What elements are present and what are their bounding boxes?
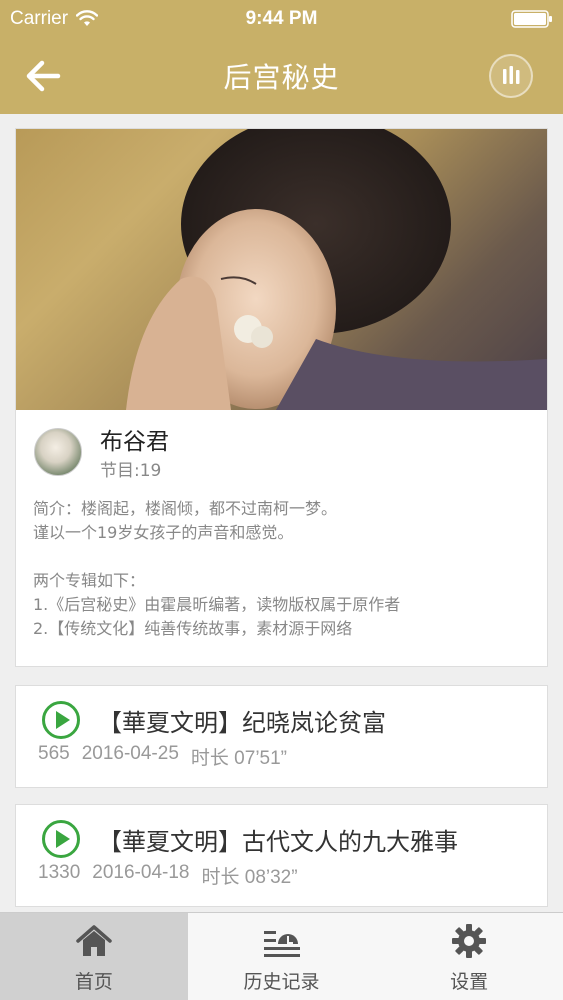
page-title: 后宫秘史 — [223, 61, 340, 94]
play-count: 1330 — [38, 862, 81, 883]
episode-title: 【華夏文明】古代文人的九大雅事 — [98, 828, 458, 856]
tab-bar: 首页 历史记录 设置 — [0, 912, 563, 1000]
tab-history[interactable]: 历史记录 — [188, 913, 376, 1000]
play-icon[interactable] — [41, 700, 81, 740]
status-time: 9:44 PM — [245, 8, 318, 29]
battery-icon — [511, 10, 552, 28]
album-card: 布谷君 节目:19 简介：楼阁起，楼阁倾，都不过南柯一梦。 谨以一个19岁女孩子… — [15, 128, 548, 667]
episode-meta: 1330 2016-04-18 时长 08’32” — [38, 862, 298, 889]
description-line: 谨以一个19岁女孩子的声音和感觉。 — [33, 523, 294, 542]
tab-settings[interactable]: 设置 — [375, 913, 563, 1000]
host-avatar[interactable] — [34, 428, 82, 476]
play-icon[interactable] — [41, 819, 81, 859]
play-count: 565 — [38, 743, 70, 764]
episode-meta: 565 2016-04-25 时长 07’51” — [38, 743, 287, 770]
gear-icon — [452, 924, 487, 958]
description-line: 1.《后宫秘史》由霍晨昕编著，读物版权属于原作者 — [33, 595, 401, 614]
episode-duration: 时长 08’32” — [201, 867, 298, 888]
episode-item[interactable]: 【華夏文明】纪晓岚论贫富 565 2016-04-25 时长 07’51” — [15, 685, 548, 788]
episode-item[interactable]: 【華夏文明】古代文人的九大雅事 1330 2016-04-18 时长 08’32… — [15, 804, 548, 907]
tab-label: 历史记录 — [243, 971, 320, 993]
tab-label: 设置 — [450, 971, 489, 993]
description-line: 简介：楼阁起，楼阁倾，都不过南柯一梦。 — [33, 499, 338, 518]
host-name: 布谷君 — [100, 429, 169, 455]
home-icon — [76, 925, 112, 956]
host-info: 布谷君 节目:19 — [16, 410, 547, 490]
cover-illustration — [126, 129, 547, 410]
equalizer-icon — [503, 66, 520, 84]
episode-date: 2016-04-18 — [92, 862, 190, 883]
history-icon — [263, 931, 300, 957]
album-cover-image — [16, 129, 547, 410]
description-line: 两个专辑如下： — [33, 571, 146, 590]
tab-home[interactable]: 首页 — [0, 913, 188, 1000]
episode-duration: 时长 07’51” — [190, 748, 288, 769]
tab-label: 首页 — [74, 971, 113, 993]
album-description: 简介：楼阁起，楼阁倾，都不过南柯一梦。 谨以一个19岁女孩子的声音和感觉。 两个… — [33, 497, 533, 641]
header: Carrier 9:44 PM 后宫秘史 — [0, 0, 563, 114]
episode-title: 【華夏文明】纪晓岚论贫富 — [98, 709, 386, 737]
description-line: 2.【传统文化】纯善传统故事，素材源于网络 — [33, 619, 353, 638]
episode-count: 节目:19 — [100, 461, 162, 481]
now-playing-button[interactable] — [489, 54, 533, 98]
episode-date: 2016-04-25 — [81, 743, 179, 764]
navigation-bar: 后宫秘史 — [0, 40, 563, 114]
status-bar: Carrier 9:44 PM — [0, 0, 563, 40]
